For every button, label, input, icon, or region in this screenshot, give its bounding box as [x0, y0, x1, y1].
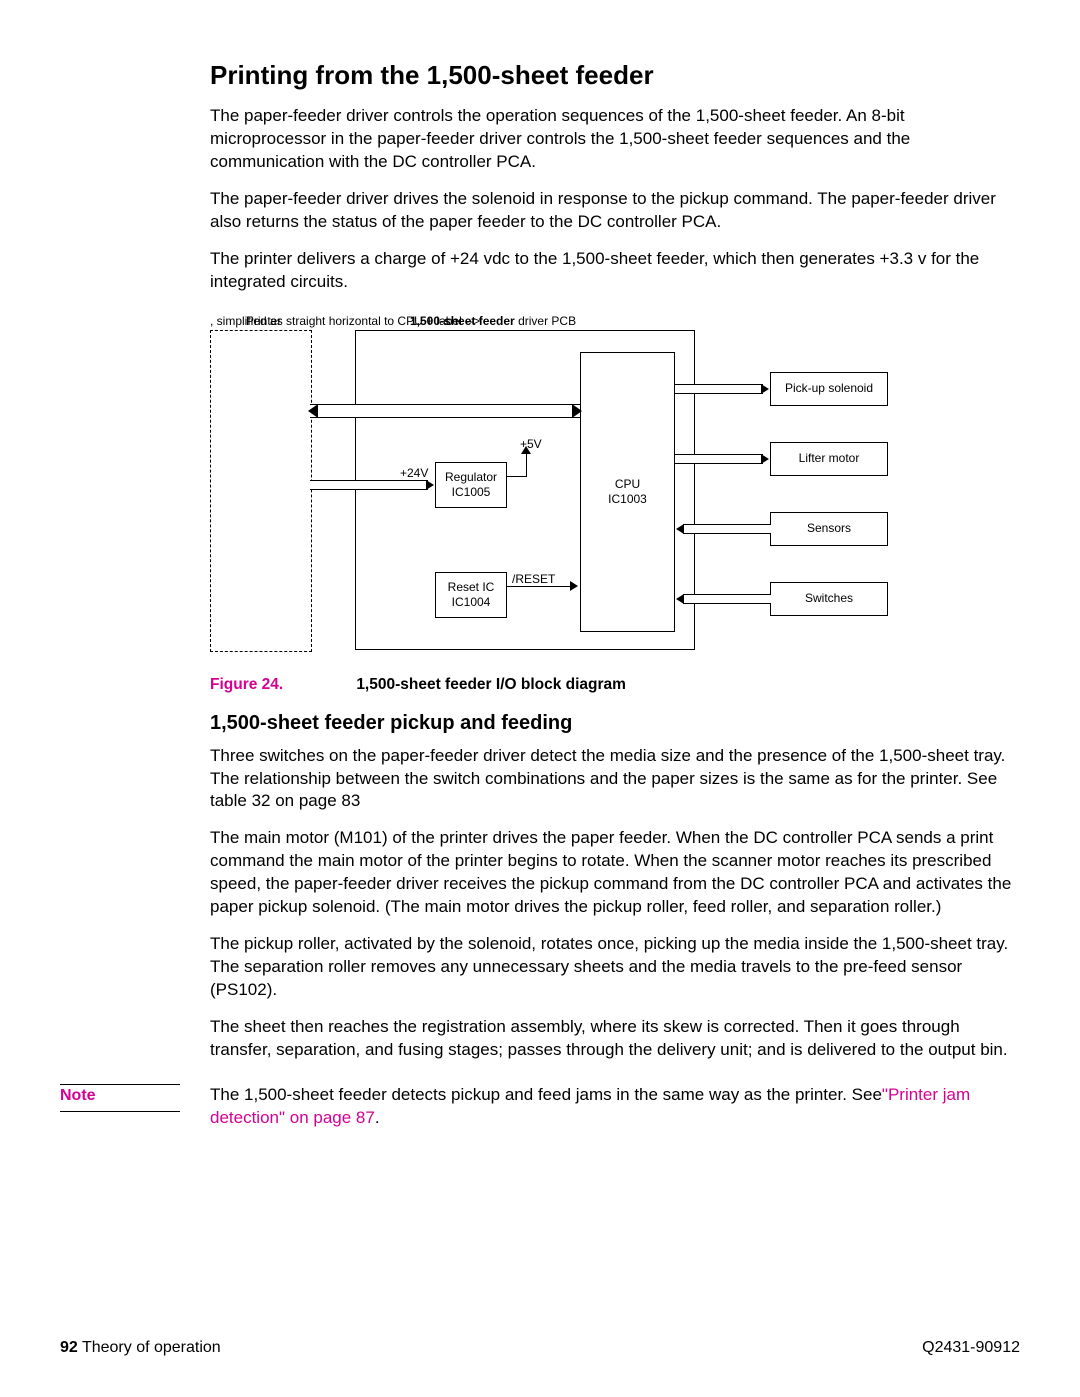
- arrow-printer-cpu: [310, 404, 580, 418]
- paragraph: The pickup roller, activated by the sole…: [210, 933, 1020, 1002]
- arrowhead-left-icon: [676, 524, 684, 534]
- regulator-box: Regulator IC1005: [435, 462, 507, 508]
- arrow-pickup: [675, 384, 763, 394]
- paragraph: Three switches on the paper-feeder drive…: [210, 745, 1020, 814]
- paragraph: The sheet then reaches the registration …: [210, 1016, 1020, 1062]
- paragraph: The paper-feeder driver drives the solen…: [210, 188, 1020, 234]
- diagram: Printer 1,500-sheet feeder driver PCB CP…: [210, 314, 910, 664]
- switches-box: Switches: [770, 582, 888, 616]
- pickup-solenoid-label: Pick-up solenoid: [785, 381, 873, 396]
- page: Printing from the 1,500-sheet feeder The…: [0, 0, 1080, 1397]
- figure-caption: Figure 24. 1,500-sheet feeder I/O block …: [210, 676, 1020, 694]
- pcb-label-rest: driver PCB: [515, 314, 576, 328]
- pcb-label-bold: 1,500-sheet feeder: [410, 314, 515, 328]
- arrow-sensors: [683, 524, 771, 534]
- pickup-solenoid-box: Pick-up solenoid: [770, 372, 888, 406]
- cpu-label: CPU IC1003: [608, 477, 647, 507]
- printer-box: [210, 330, 312, 652]
- note-text-after: .: [375, 1108, 380, 1127]
- note-block: Note The 1,500-sheet feeder detects pick…: [60, 1076, 1020, 1130]
- regulator-label: Regulator IC1005: [445, 470, 497, 500]
- sensors-box: Sensors: [770, 512, 888, 546]
- reset-label: /RESET: [512, 572, 555, 586]
- arrowhead-up-icon: [521, 446, 531, 454]
- resetic-label: Reset IC IC1004: [448, 580, 495, 610]
- figure-title: 1,500-sheet feeder I/O block diagram: [356, 676, 626, 693]
- footer-docnum: Q2431-90912: [922, 1339, 1020, 1357]
- note-label: Note: [60, 1084, 180, 1112]
- pcb-label: 1,500-sheet feeder driver PCB: [410, 314, 576, 328]
- heading-sub: 1,500-sheet feeder pickup and feeding: [210, 712, 1020, 735]
- heading-main: Printing from the 1,500-sheet feeder: [210, 60, 1020, 91]
- arrowhead-right-icon: [426, 480, 434, 490]
- arrowhead-right-icon: [570, 581, 578, 591]
- arrow-switches: [683, 594, 771, 604]
- reset-line: [507, 586, 572, 587]
- arrowhead-right-icon: [761, 454, 769, 464]
- figure-block-diagram: Printer 1,500-sheet feeder driver PCB CP…: [210, 314, 1020, 694]
- lifter-motor-label: Lifter motor: [799, 451, 860, 466]
- line-5v-vert: [526, 452, 527, 476]
- arrowhead-left-icon: [308, 404, 318, 418]
- arrowhead-right-icon: [761, 384, 769, 394]
- resetic-box: Reset IC IC1004: [435, 572, 507, 618]
- note-text: The 1,500-sheet feeder detects pickup an…: [210, 1084, 1020, 1130]
- footer: 92 Theory of operation Q2431-90912: [60, 1339, 1020, 1357]
- switches-label: Switches: [805, 591, 853, 606]
- page-number: 92: [60, 1339, 78, 1356]
- lifter-motor-box: Lifter motor: [770, 442, 888, 476]
- arrow-24v: [310, 480, 428, 490]
- paragraph: The main motor (M101) of the printer dri…: [210, 827, 1020, 919]
- plus24v-label: +24V: [400, 466, 428, 480]
- sensors-label: Sensors: [807, 521, 851, 536]
- figure-label: Figure 24.: [210, 676, 352, 694]
- paragraph: The paper-feeder driver controls the ope…: [210, 105, 1020, 174]
- arrow-lifter: [675, 454, 763, 464]
- note-text-before: The 1,500-sheet feeder detects pickup an…: [210, 1085, 882, 1104]
- footer-left: 92 Theory of operation: [60, 1339, 221, 1357]
- arrowhead-left-icon: [676, 594, 684, 604]
- cpu-box: CPU IC1003: [580, 352, 675, 632]
- line-5v-h: [507, 476, 527, 477]
- printer-label: Printer: [246, 314, 281, 328]
- paragraph: The printer delivers a charge of +24 vdc…: [210, 248, 1020, 294]
- arrowhead-right-icon: [572, 404, 582, 418]
- chapter-title: Theory of operation: [78, 1339, 221, 1356]
